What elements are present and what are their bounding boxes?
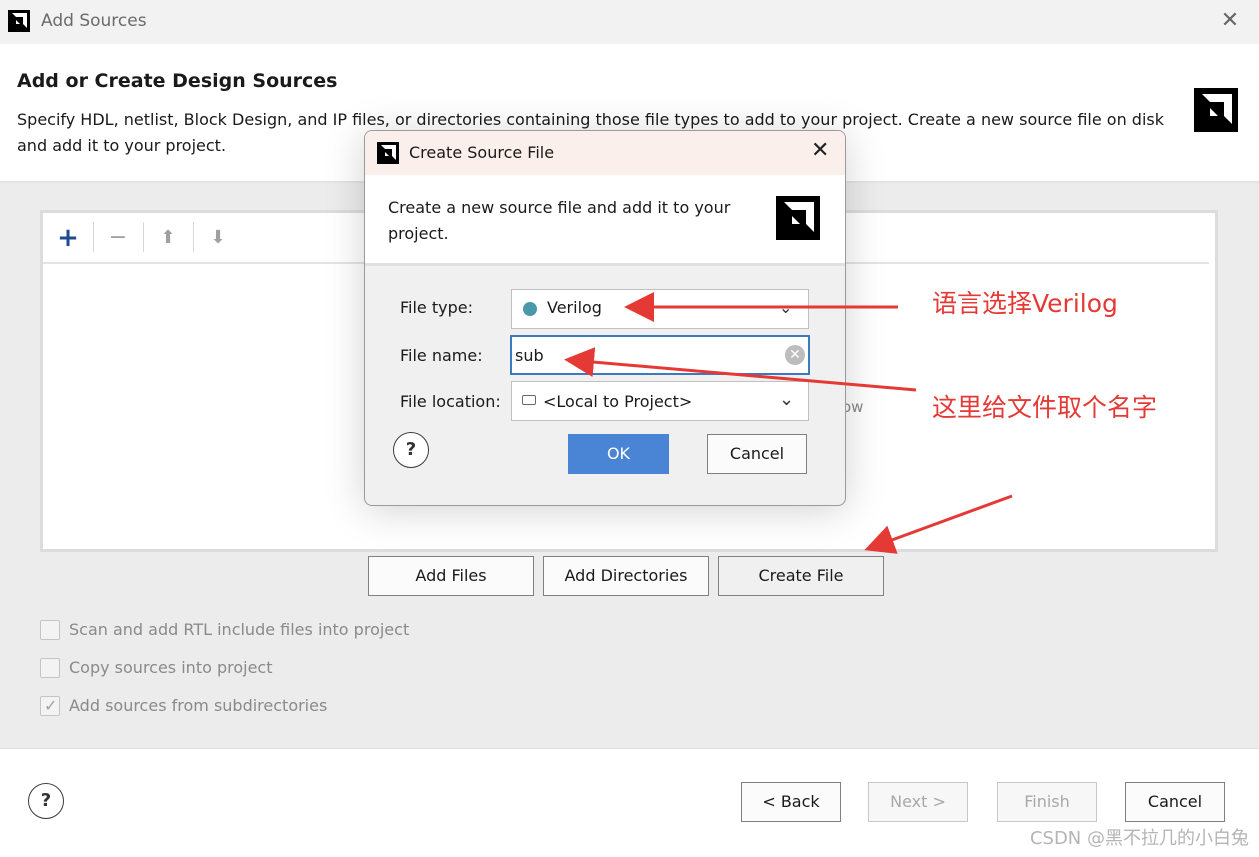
arrow-to-file-name: [564, 347, 917, 392]
watermark-text: CSDN @黑不拉几的小白兔: [1029, 828, 1249, 849]
arrow-to-create-file: [864, 494, 1013, 554]
annotation-language-note: 语言选择Verilog: [932, 289, 1118, 318]
annotation-name-note: 这里给文件取个名字: [932, 393, 1158, 422]
annotation-arrows: [564, 292, 1013, 554]
